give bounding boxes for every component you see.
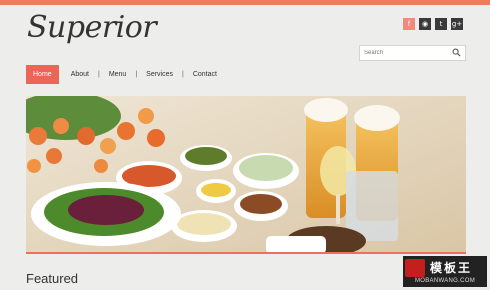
nav-item-services[interactable]: Services — [137, 65, 182, 84]
site-logo[interactable]: Superior — [27, 10, 157, 45]
nav-item-menu[interactable]: Menu — [100, 65, 136, 84]
google-plus-icon[interactable]: g+ — [451, 18, 463, 30]
watermark-logo-icon — [405, 258, 425, 277]
main-nav: Home About | Menu | Services | Contact — [26, 65, 226, 84]
rss-icon[interactable]: ◉ — [419, 18, 431, 30]
search-icon[interactable] — [452, 48, 461, 57]
nav-item-about[interactable]: About — [62, 65, 98, 84]
nav-item-contact[interactable]: Contact — [184, 65, 226, 84]
nav-item-home[interactable]: Home — [26, 65, 59, 84]
top-accent-bar — [0, 0, 490, 5]
facebook-icon[interactable]: f — [403, 18, 415, 30]
search-input[interactable] — [364, 46, 448, 60]
food-table-illustration — [26, 96, 466, 252]
hero-banner-image — [26, 96, 466, 254]
watermark-en-text: MOBANWANG.COM — [414, 278, 475, 284]
social-links: f ◉ t g+ — [403, 18, 463, 30]
twitter-icon[interactable]: t — [435, 18, 447, 30]
watermark-cn-text: 模板王 — [430, 261, 473, 275]
site-watermark: 模板王 MOBANWANG.COM — [403, 256, 487, 287]
search-box — [359, 45, 466, 61]
featured-heading: Featured — [26, 271, 79, 286]
